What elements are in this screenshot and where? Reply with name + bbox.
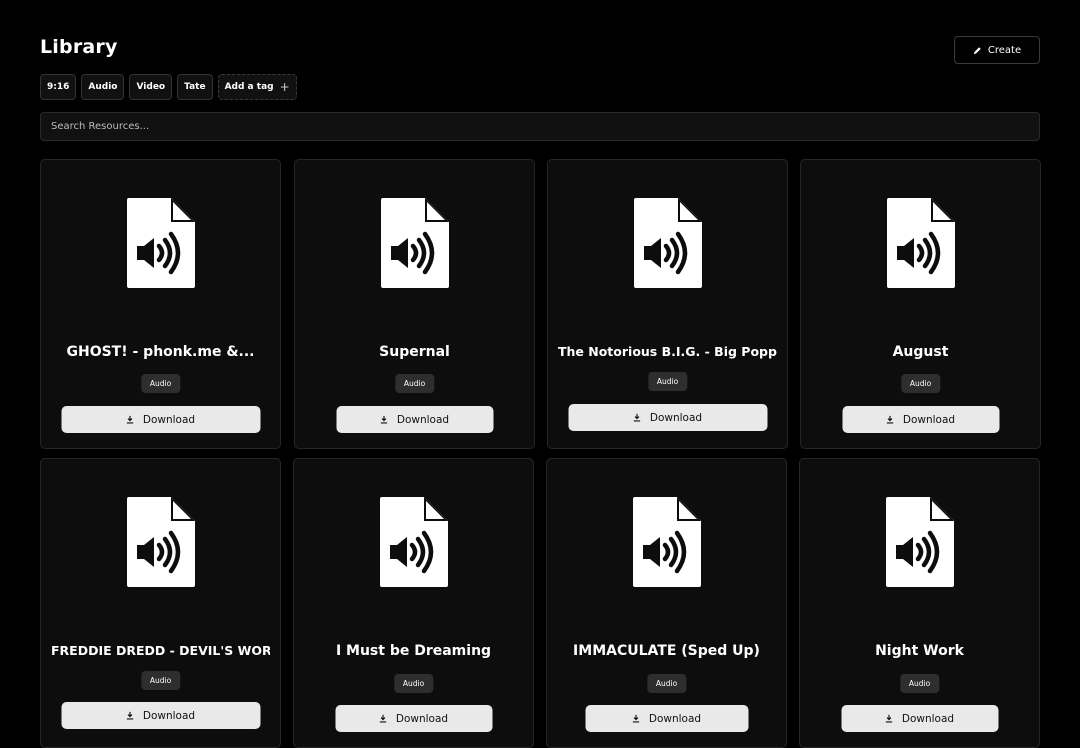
download-icon [887, 415, 894, 424]
audio-file-icon [127, 497, 195, 587]
resource-title: August [892, 344, 949, 360]
download-button[interactable]: Download [585, 705, 748, 732]
resource-card[interactable]: Supernal Audio Download [294, 159, 535, 449]
tag-tate[interactable]: Tate [177, 74, 213, 100]
pencil-icon [973, 46, 981, 54]
resource-card[interactable]: GHOST! - phonk.me &... Audio Download [40, 159, 281, 449]
resource-card[interactable]: I Must be Dreaming Audio Download [293, 458, 534, 748]
resource-card[interactable]: August Audio Download [800, 159, 1041, 449]
audio-file-icon [634, 198, 702, 288]
download-button[interactable]: Download [568, 404, 767, 431]
download-icon [634, 413, 641, 422]
tag-audio[interactable]: Audio [81, 74, 125, 100]
resource-card[interactable]: Night Work Audio Download [799, 458, 1040, 748]
resource-type-badge: Audio [140, 374, 181, 393]
download-icon [886, 714, 893, 723]
audio-file-icon [886, 497, 954, 587]
resource-card[interactable]: IMMACULATE (Sped Up) Audio Download [546, 458, 787, 748]
tag-video[interactable]: Video [129, 74, 173, 100]
add-tag-button[interactable]: Add a tag + [217, 74, 297, 100]
audio-file-icon [380, 497, 448, 587]
download-label: Download [648, 712, 702, 725]
download-icon [381, 415, 388, 424]
resource-title: GHOST! - phonk.me &... [66, 344, 255, 360]
download-button[interactable]: Download [61, 406, 260, 433]
download-button[interactable]: Download [841, 705, 998, 732]
page-title: Library [40, 36, 118, 58]
download-icon [380, 714, 387, 723]
resource-type-badge: Audio [899, 674, 940, 693]
download-icon [127, 711, 134, 720]
resource-type-badge: Audio [140, 671, 181, 690]
download-label: Download [396, 413, 450, 426]
download-icon [127, 415, 134, 424]
resource-card[interactable]: The Notorious B.I.G. - Big Poppa... Audi… [547, 159, 788, 449]
download-button[interactable]: Download [336, 406, 493, 433]
tag-9-16[interactable]: 9:16 [40, 74, 77, 100]
download-label: Download [142, 709, 196, 722]
audio-file-icon [633, 497, 701, 587]
download-icon [633, 714, 640, 723]
download-label: Download [902, 413, 956, 426]
audio-file-icon [887, 198, 955, 288]
resource-type-badge: Audio [647, 372, 688, 391]
page-header: Library Create [40, 36, 1040, 66]
download-button[interactable]: Download [335, 705, 492, 732]
resource-type-badge: Audio [646, 674, 687, 693]
tag-filter-bar: 9:16 Audio Video Tate Add a tag + [40, 74, 297, 100]
download-button[interactable]: Download [842, 406, 999, 433]
download-label: Download [901, 712, 955, 725]
create-button[interactable]: Create [954, 36, 1040, 64]
audio-file-icon [127, 198, 195, 288]
resource-title: Supernal [379, 344, 450, 360]
add-tag-label: Add a tag [224, 82, 274, 92]
resource-title: The Notorious B.I.G. - Big Poppa... [558, 344, 777, 359]
download-label: Download [649, 411, 703, 424]
download-label: Download [142, 413, 196, 426]
resource-card[interactable]: FREDDIE DREDD - DEVIL'S WORK.. Audio Dow… [40, 458, 281, 748]
resource-title: Night Work [875, 643, 964, 659]
resource-title: I Must be Dreaming [335, 643, 492, 659]
search-input[interactable] [40, 112, 1040, 141]
download-button[interactable]: Download [61, 702, 260, 729]
create-button-label: Create [987, 44, 1022, 56]
resource-type-badge: Audio [900, 374, 941, 393]
plus-icon: + [279, 80, 290, 94]
audio-file-icon [381, 198, 449, 288]
resource-title: FREDDIE DREDD - DEVIL'S WORK.. [51, 643, 270, 658]
download-label: Download [395, 712, 449, 725]
resource-type-badge: Audio [393, 674, 434, 693]
resource-type-badge: Audio [394, 374, 435, 393]
resource-title: IMMACULATE (Sped Up) [573, 643, 760, 659]
